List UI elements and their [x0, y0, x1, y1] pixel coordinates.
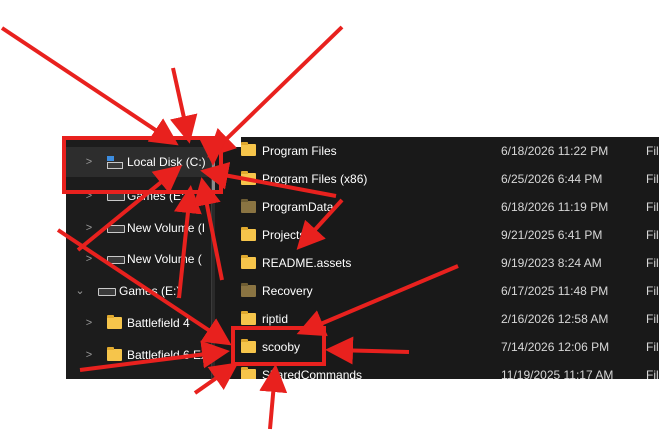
- chevron-right-icon[interactable]: >: [84, 181, 94, 211]
- folder-icon: [241, 311, 256, 325]
- drive-icon: [107, 193, 125, 201]
- file-row-programdata[interactable]: ProgramData 6/18/2026 11:19 PM File: [215, 193, 659, 221]
- file-row-program-files-x86[interactable]: Program Files (x86) 6/25/2026 6:44 PM Fi…: [215, 165, 659, 193]
- file-row-scooby[interactable]: scooby 7/14/2026 12:06 PM File: [215, 333, 659, 361]
- annotation-arrow: [170, 67, 198, 144]
- file-date: 2/16/2026 12:58 AM: [501, 312, 609, 326]
- file-name: riptid: [262, 312, 289, 326]
- window-gap: [215, 137, 241, 147]
- file-name: Program Files (x86): [262, 172, 368, 186]
- file-date: 7/14/2026 12:06 PM: [501, 340, 610, 354]
- annotation-arrow: [0, 26, 179, 146]
- nav-item-new-volume-1[interactable]: > New Volume (I: [66, 213, 211, 243]
- annotation-arrow: [259, 364, 288, 430]
- file-list-pane: Program Files 6/18/2026 11:22 PM File Pr…: [215, 137, 659, 379]
- chevron-right-icon[interactable]: >: [84, 244, 94, 274]
- file-row-sharedcommands[interactable]: SharedCommands 11/19/2025 11:17 AM File: [215, 361, 659, 379]
- folder-icon: [241, 142, 256, 156]
- file-row-recovery[interactable]: Recovery 6/17/2025 11:48 PM File: [215, 277, 659, 305]
- nav-item-label: New Volume (I: [127, 221, 206, 235]
- folder-icon: [241, 367, 256, 379]
- file-date: 6/25/2026 6:44 PM: [501, 172, 603, 186]
- nav-item-local-disk-c[interactable]: > Local Disk (C:): [66, 147, 211, 177]
- chevron-right-icon[interactable]: >: [84, 213, 94, 243]
- file-type: File: [646, 284, 659, 298]
- chevron-right-icon[interactable]: >: [84, 308, 94, 338]
- file-date: 6/18/2026 11:22 PM: [501, 144, 609, 158]
- nav-item-new-volume-2[interactable]: > New Volume (: [66, 244, 211, 274]
- nav-item-label: Local Disk (C:): [127, 155, 206, 169]
- nav-item-battlefield-6[interactable]: > Battlefield 6 Ex: [66, 340, 211, 370]
- file-date: 9/19/2023 8:24 AM: [501, 256, 602, 270]
- annotation-arrow: [207, 25, 344, 158]
- file-date: 11/19/2025 11:17 AM: [501, 368, 614, 379]
- file-date: 6/17/2025 11:48 PM: [501, 284, 609, 298]
- file-row-riptid[interactable]: riptid 2/16/2026 12:58 AM File: [215, 305, 659, 333]
- drive-icon: [107, 225, 125, 233]
- nav-item-games-e-expanded[interactable]: ⌄ Games (E:): [66, 276, 211, 306]
- file-date: 9/21/2025 6:41 PM: [501, 228, 603, 242]
- file-name: Projects: [262, 228, 306, 242]
- file-row-readme-assets[interactable]: README.assets 9/19/2023 8:24 AM File: [215, 249, 659, 277]
- nav-item-battlefield-4[interactable]: > Battlefield 4: [66, 308, 211, 338]
- hidden-folder-icon: [241, 283, 256, 297]
- file-name: SharedCommands: [262, 368, 363, 379]
- file-name: README.assets: [262, 256, 352, 270]
- nav-item-label: New Volume (: [127, 252, 202, 266]
- file-type: File: [646, 144, 659, 158]
- file-name: Program Files: [262, 144, 337, 158]
- folder-icon: [241, 339, 256, 353]
- file-name: scooby: [262, 340, 301, 354]
- file-type: File: [646, 368, 659, 379]
- nav-item-label: Battlefield 4: [127, 316, 190, 330]
- drive-icon: [98, 288, 116, 296]
- file-type: File: [646, 340, 659, 354]
- file-type: File: [646, 172, 659, 186]
- file-explorer-window: > Local Disk (C:) > Games (E:) > New Vol…: [66, 137, 659, 379]
- nav-item-label: Games (E:): [127, 189, 189, 203]
- file-type: File: [646, 200, 659, 214]
- folder-icon: [107, 315, 122, 329]
- navigation-pane: > Local Disk (C:) > Games (E:) > New Vol…: [66, 137, 211, 379]
- hidden-folder-icon: [241, 199, 256, 213]
- file-type: File: [646, 312, 659, 326]
- chevron-right-icon[interactable]: >: [84, 147, 94, 177]
- folder-icon: [241, 171, 256, 185]
- file-row-program-files[interactable]: Program Files 6/18/2026 11:22 PM File: [215, 137, 659, 165]
- screenshot-stage: > Local Disk (C:) > Games (E:) > New Vol…: [0, 0, 659, 431]
- file-row-projects[interactable]: Projects 9/21/2025 6:41 PM File: [215, 221, 659, 249]
- file-name: ProgramData: [262, 200, 334, 214]
- file-date: 6/18/2026 11:19 PM: [501, 200, 609, 214]
- file-type: File: [646, 228, 659, 242]
- nav-item-label: Battlefield 6 Ex: [127, 348, 208, 362]
- folder-icon: [241, 227, 256, 241]
- chevron-down-icon[interactable]: ⌄: [75, 276, 85, 306]
- nav-item-games-e[interactable]: > Games (E:): [66, 181, 211, 211]
- os-drive-icon: [107, 156, 123, 169]
- drive-icon: [107, 256, 125, 264]
- folder-icon: [107, 347, 122, 361]
- chevron-right-icon[interactable]: >: [84, 340, 94, 370]
- file-name: Recovery: [262, 284, 313, 298]
- file-type: File: [646, 256, 659, 270]
- nav-item-label: Games (E:): [119, 284, 181, 298]
- folder-icon: [241, 255, 256, 269]
